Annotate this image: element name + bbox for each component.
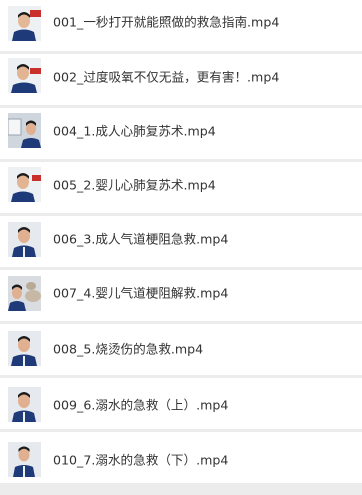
file-name: 005_2.婴儿心肺复苏术.mp4 [53, 177, 216, 193]
video-thumbnail [8, 113, 41, 148]
file-item[interactable]: 004_1.成人心肺复苏术.mp4 [0, 108, 362, 159]
file-item[interactable]: 010_7.溺水的急救（下）.mp4 [0, 432, 362, 483]
video-thumbnail [8, 58, 41, 93]
file-item[interactable]: 007_4.婴儿气道梗阻解救.mp4 [0, 270, 362, 321]
video-thumbnail [8, 167, 41, 202]
file-name: 007_4.婴儿气道梗阻解救.mp4 [53, 285, 229, 301]
file-name: 009_6.溺水的急救（上）.mp4 [53, 397, 229, 413]
file-item[interactable]: 006_3.成人气道梗阻急救.mp4 [0, 216, 362, 267]
file-name: 004_1.成人心肺复苏术.mp4 [53, 123, 216, 139]
video-thumbnail [8, 387, 41, 422]
video-thumbnail [8, 222, 41, 257]
file-item[interactable]: 008_5.烧烫伤的急救.mp4 [0, 324, 362, 375]
video-thumbnail [8, 331, 41, 366]
file-name: 002_过度吸氧不仅无益，更有害！.mp4 [53, 69, 280, 85]
video-thumbnail [8, 276, 41, 311]
video-thumbnail [8, 6, 41, 41]
file-name: 008_5.烧烫伤的急救.mp4 [53, 341, 204, 357]
video-thumbnail [8, 442, 41, 477]
file-name: 010_7.溺水的急救（下）.mp4 [53, 452, 229, 468]
file-item[interactable]: 001_一秒打开就能照做的救急指南.mp4 [0, 0, 362, 51]
file-name: 006_3.成人气道梗阻急救.mp4 [53, 231, 229, 247]
file-item[interactable]: 005_2.婴儿心肺复苏术.mp4 [0, 162, 362, 213]
file-name: 001_一秒打开就能照做的救急指南.mp4 [53, 14, 280, 30]
file-item[interactable]: 009_6.溺水的急救（上）.mp4 [0, 378, 362, 429]
file-list: 001_一秒打开就能照做的救急指南.mp4 002_过度吸氧不仅无益，更有害！.… [0, 0, 362, 495]
file-item[interactable]: 002_过度吸氧不仅无益，更有害！.mp4 [0, 54, 362, 105]
